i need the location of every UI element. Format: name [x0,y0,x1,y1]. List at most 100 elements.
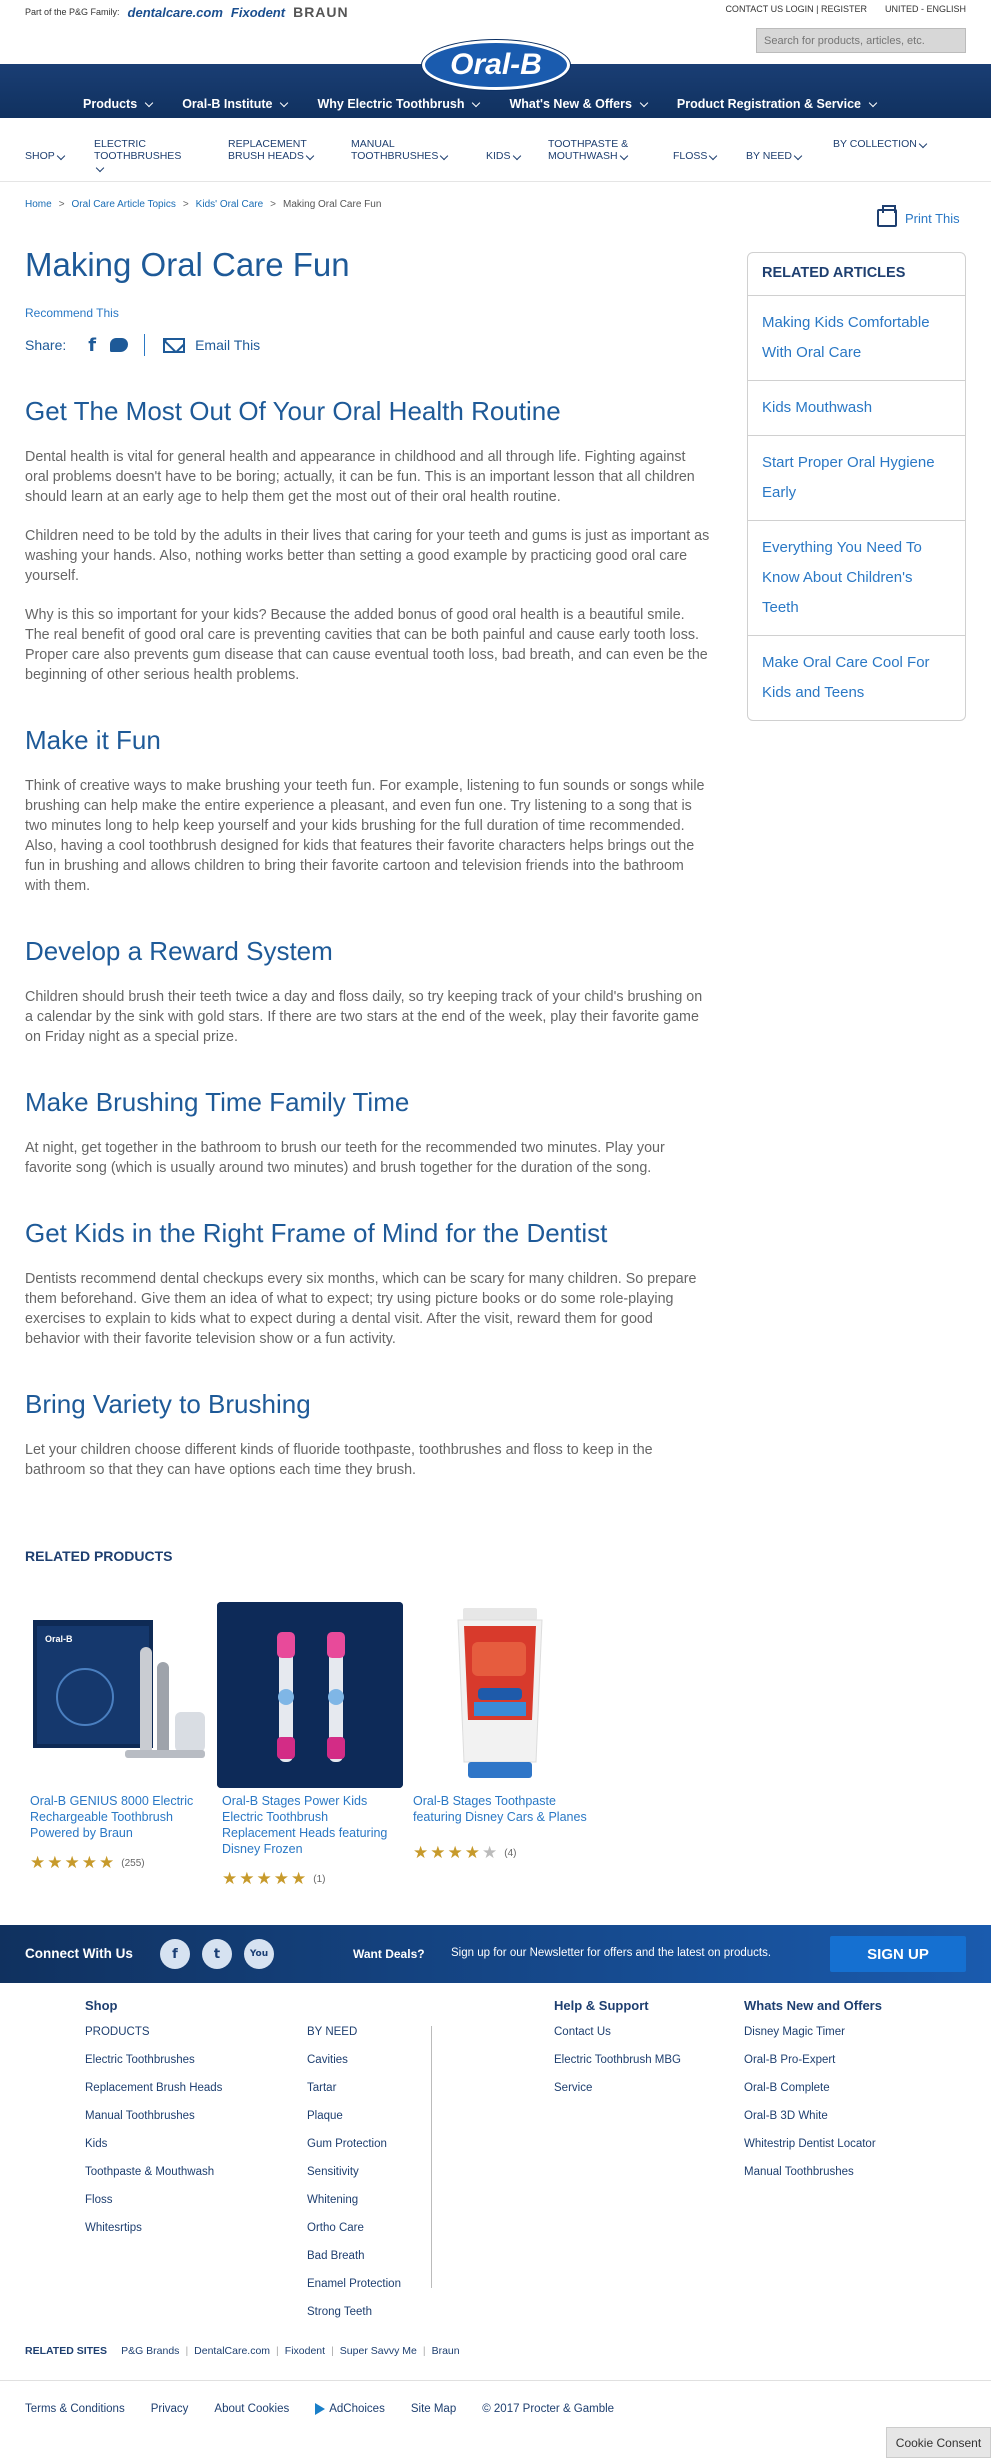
facebook-icon[interactable]: f [160,1939,190,1969]
footer-link[interactable]: Manual Toothbrushes [744,2162,882,2190]
breadcrumb-topics[interactable]: Oral Care Article Topics [72,199,176,210]
print-button[interactable]: Print This [877,205,960,227]
login-register-link[interactable]: LOGIN | REGISTER [786,4,867,14]
shop-nav-by-collection[interactable]: BY COLLECTION [833,138,928,150]
product-card[interactable]: Oral-B Oral-B GENIUS 8000 Electric Recha… [25,1602,213,1873]
chevron-down-icon [95,163,105,173]
shop-nav-floss[interactable]: FLOSS [673,150,718,162]
terms-link[interactable]: Terms & Conditions [25,2403,125,2415]
product-card[interactable]: Oral-B Stages Power Kids Electric Toothb… [217,1602,405,1889]
privacy-link[interactable]: Privacy [151,2403,189,2415]
related-site-link[interactable]: Braun [432,2345,460,2357]
search-input[interactable] [756,28,966,53]
oral-b-logo[interactable]: Oral-B [422,40,570,90]
site-map-link[interactable]: Site Map [411,2403,456,2415]
footer-link[interactable]: Replacement Brush Heads [85,2078,222,2106]
product-name[interactable]: Oral-B Stages Toothpaste featuring Disne… [408,1793,596,1825]
footer-link[interactable]: Strong Teeth [307,2302,401,2330]
shop-nav-by-need[interactable]: BY NEED [746,150,803,162]
footer-link[interactable]: Enamel Protection [307,2274,401,2302]
product-image-toothbrush[interactable]: Oral-B [25,1602,211,1788]
shop-nav-toothpaste[interactable]: TOOTHPASTE & MOUTHWASH [548,138,648,162]
product-name[interactable]: Oral-B GENIUS 8000 Electric Rechargeable… [25,1793,213,1841]
footer-link[interactable]: Bad Breath [307,2246,401,2274]
related-article-link[interactable]: Make Oral Care Cool For Kids and Teens [748,636,965,720]
twitter-icon[interactable] [110,338,129,352]
footer-link[interactable]: Whitestrip Dentist Locator [744,2134,882,2162]
cookie-consent-button[interactable]: Cookie Consent [886,2427,991,2458]
contact-us-link[interactable]: CONTACT US [725,4,783,14]
related-article-link[interactable]: Start Proper Oral Hygiene Early [748,436,965,521]
shop-nav-manual[interactable]: MANUAL TOOTHBRUSHES [351,138,451,162]
pg-family: Part of the P&G Family: dentalcare.com F… [25,4,349,20]
product-name[interactable]: Oral-B Stages Power Kids Electric Toothb… [217,1793,405,1857]
footer-link[interactable]: Toothpaste & Mouthwash [85,2162,222,2190]
star-icon-empty: ★ [482,1843,498,1863]
footer-link[interactable]: Service [554,2078,681,2106]
related-article-link[interactable]: Making Kids Comfortable With Oral Care [748,296,965,381]
footer-link[interactable]: Floss [85,2190,222,2218]
footer-link[interactable]: Oral-B 3D White [744,2106,882,2134]
signup-button[interactable]: SIGN UP [830,1936,966,1972]
footer-heading-whats-new: Whats New and Offers [744,1998,882,2013]
paragraph: Dental health is vital for general healt… [25,449,695,505]
region-selector[interactable]: UNITED - ENGLISH [885,4,966,14]
product-image-toothpaste[interactable] [408,1602,594,1788]
footer-link[interactable]: Electric Toothbrushes [85,2050,222,2078]
footer-link[interactable]: Gum Protection [307,2134,401,2162]
footer-link[interactable]: Oral-B Pro-Expert [744,2050,882,2078]
footer-link[interactable]: Contact Us [554,2022,681,2050]
footer-link[interactable]: Plaque [307,2106,401,2134]
related-site-link[interactable]: DentalCare.com [194,2345,270,2357]
breadcrumb-home[interactable]: Home [25,199,52,210]
adchoices-icon [315,2403,326,2415]
related-article-link[interactable]: Everything You Need To Know About Childr… [748,521,965,636]
section-heading: Get The Most Out Of Your Oral Health Rou… [25,396,561,426]
related-article-link[interactable]: Kids Mouthwash [748,381,965,436]
main-nav-whats-new[interactable]: What's New & Offers [509,97,649,111]
footer-link[interactable]: Kids [85,2134,222,2162]
about-cookies-link[interactable]: About Cookies [214,2403,289,2415]
footer-link[interactable]: Cavities [307,2050,401,2078]
breadcrumb-kids-oral-care[interactable]: Kids' Oral Care [196,199,264,210]
star-icon: ★ [256,1869,272,1889]
footer-link[interactable]: Ortho Care [307,2218,401,2246]
footer-link[interactable]: Sensitivity [307,2162,401,2190]
section-heading: Get Kids in the Right Frame of Mind for … [25,1218,608,1248]
related-site-link[interactable]: P&G Brands [121,2345,179,2357]
product-card[interactable]: Oral-B Stages Toothpaste featuring Disne… [408,1602,596,1863]
paragraph: Dentists recommend dental checkups every… [25,1271,697,1347]
footer-link[interactable]: Whitening [307,2190,401,2218]
main-nav-why-electric[interactable]: Why Electric Toothbrush [317,97,481,111]
brand-link-fixodent[interactable]: Fixodent [231,5,285,20]
main-nav-products[interactable]: Products [83,97,154,111]
recommend-link[interactable]: Recommend This [25,306,710,320]
shop-nav-electric[interactable]: ELECTRIC TOOTHBRUSHES [94,138,184,174]
email-this-link[interactable]: Email This [195,337,260,353]
related-site-link[interactable]: Fixodent [285,2345,325,2357]
brand-link-dentalcare[interactable]: dentalcare.com [128,5,223,20]
footer-link[interactable]: Electric Toothbrush MBG [554,2050,681,2078]
footer-link[interactable]: Manual Toothbrushes [85,2106,222,2134]
footer-link[interactable]: Tartar [307,2078,401,2106]
product-image-brush-heads[interactable] [217,1602,403,1788]
youtube-icon[interactable]: You [244,1939,274,1969]
brand-link-braun[interactable]: BRAUN [293,4,349,20]
shop-nav-shop[interactable]: SHOP [25,150,66,162]
related-site-link[interactable]: Super Savvy Me [340,2345,417,2357]
footer-link[interactable]: Whitesrtips [85,2218,222,2246]
related-sites-title: RELATED SITES [25,2345,108,2357]
shop-nav-kids[interactable]: KIDS [486,150,521,162]
twitter-icon[interactable]: t [202,1939,232,1969]
footer-link[interactable]: Oral-B Complete [744,2078,882,2106]
main-nav-registration[interactable]: Product Registration & Service [677,97,878,111]
main-nav-institute[interactable]: Oral-B Institute [182,97,289,111]
shop-nav-replacement[interactable]: REPLACEMENT BRUSH HEADS [228,138,318,162]
adchoices-link[interactable]: AdChoices [315,2403,385,2415]
print-label: Print This [905,210,960,226]
footer-link[interactable]: Disney Magic Timer [744,2022,882,2050]
newsletter-text: Sign up for our Newsletter for offers an… [451,1947,772,1959]
facebook-icon[interactable]: f [88,335,96,356]
paragraph: Children need to be told by the adults i… [25,528,710,584]
breadcrumb-separator: > [270,199,277,210]
